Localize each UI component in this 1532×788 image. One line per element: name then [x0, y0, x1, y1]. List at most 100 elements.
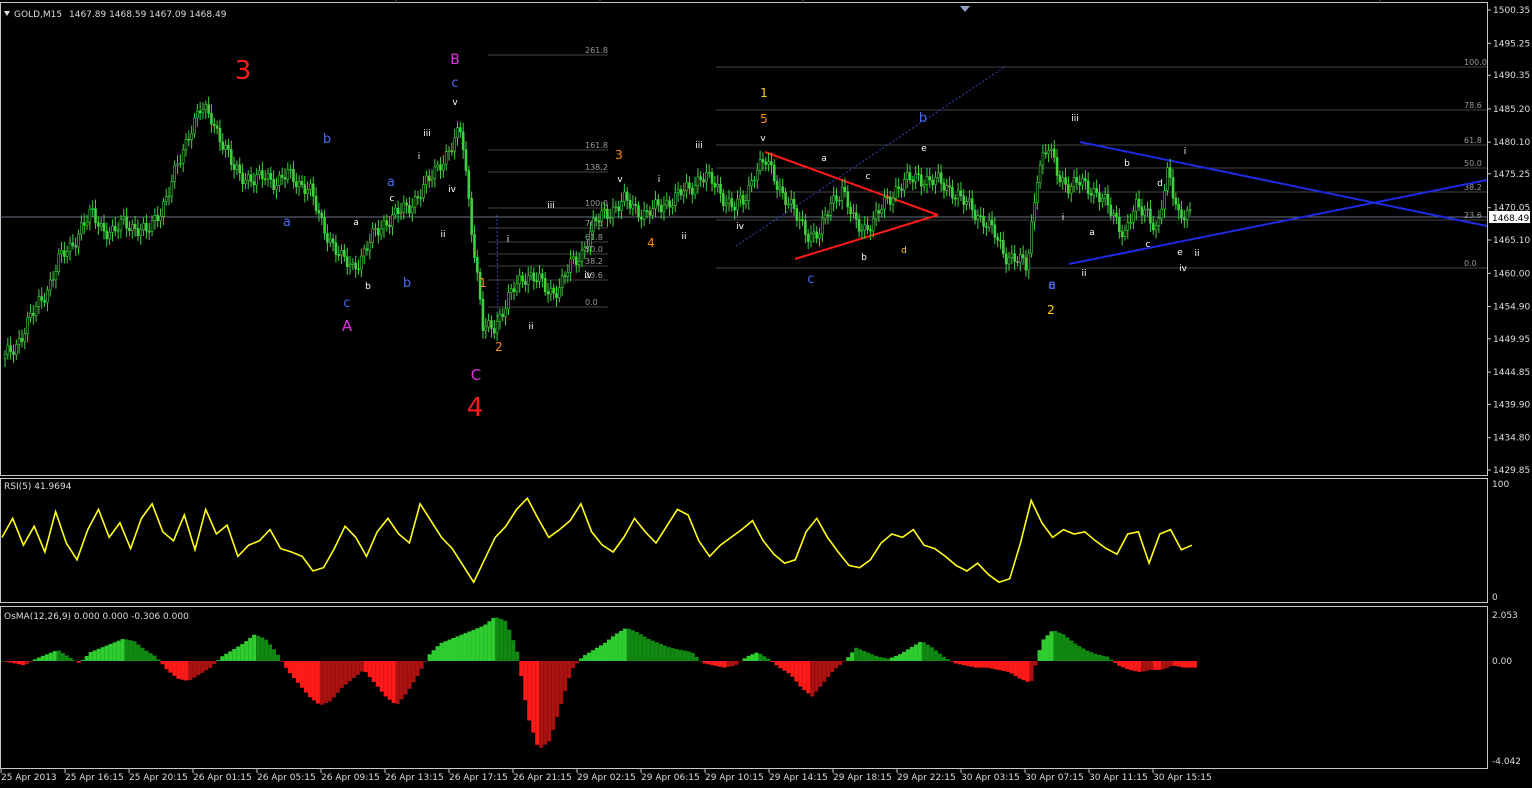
osma-bar [642, 636, 647, 661]
candle-body [948, 185, 951, 188]
candle-body [210, 113, 213, 125]
candle-body [702, 179, 705, 183]
candle-body [29, 312, 32, 318]
candle-body [153, 214, 157, 221]
candle-body [9, 345, 12, 352]
candle-body [795, 208, 799, 221]
candle-body [1188, 209, 1192, 211]
candle-body [801, 219, 804, 222]
osma-bar [559, 661, 564, 705]
fib2-level-label: 78.6 [1464, 101, 1482, 110]
candle-body [388, 224, 391, 228]
candle-body [261, 170, 264, 180]
candle-body [1064, 177, 1067, 185]
candle-body [63, 250, 66, 257]
osma-bar [606, 639, 611, 661]
price-tick-label: 1429.85 [1493, 466, 1530, 476]
osma-bar [1133, 661, 1138, 672]
candle-body [1109, 204, 1113, 216]
wave-label: b [1124, 159, 1130, 169]
candle-body [569, 258, 572, 273]
osma-bar [431, 650, 436, 661]
candle-body [560, 275, 564, 288]
candle-body [693, 185, 697, 195]
osma-bar [714, 661, 719, 667]
osma-bar [802, 661, 807, 691]
osma-bar [587, 652, 592, 661]
candle-body [970, 198, 974, 211]
candle-body [419, 197, 423, 200]
candle-body [1024, 257, 1028, 271]
osma-bar [1105, 656, 1110, 661]
osma-bar [327, 661, 332, 702]
osma-bar [1081, 648, 1086, 661]
candle-body [713, 183, 717, 188]
wave-label: 3 [235, 56, 252, 86]
wave-label: d [901, 246, 907, 256]
candle-body [722, 193, 725, 206]
wave-label: 3 [615, 148, 623, 162]
wave-label: 4 [647, 236, 655, 250]
candle-body [133, 224, 137, 229]
candle-body [1106, 193, 1110, 206]
osma-bar [730, 661, 735, 667]
osma-bar [108, 643, 113, 661]
osma-bar [598, 645, 603, 661]
candle-body [987, 219, 991, 228]
time-tick-label: 26 Apr 17:15 [449, 773, 508, 783]
wave-label: c [451, 76, 458, 91]
osma-bar [495, 617, 500, 661]
candle-body [348, 263, 352, 267]
osma-bar [296, 661, 301, 683]
candle-body [1101, 197, 1104, 202]
osma-bar [260, 637, 265, 661]
osma-bar [176, 661, 181, 679]
osma-bar [491, 618, 496, 661]
wave-label: iii [423, 129, 431, 139]
wave-label: a [283, 215, 291, 230]
osma-bar [347, 661, 352, 682]
candle-body [755, 170, 759, 181]
osma-bar [718, 661, 723, 667]
candle-body [781, 186, 785, 193]
candle-body [696, 176, 700, 186]
candle-body [1021, 254, 1025, 259]
candle-body [719, 183, 722, 194]
osma-bar [567, 661, 572, 679]
candle-body [518, 275, 522, 285]
symbol-label: GOLD,M15 [14, 10, 62, 20]
osma-bar [1073, 643, 1078, 661]
osma-bar [997, 661, 1002, 671]
osma-bottom: -4.042 [1492, 757, 1521, 767]
wave-label: 1 [479, 276, 487, 290]
osma-bar [395, 661, 400, 705]
candle-body [326, 233, 329, 243]
candle-body [668, 200, 671, 208]
candle-body [583, 247, 587, 251]
candle-body [393, 207, 397, 216]
osma-bar [886, 658, 891, 661]
osma-bar [60, 653, 65, 661]
candle-body [37, 296, 41, 307]
osma-bar [48, 652, 53, 661]
candle-body [122, 216, 126, 220]
candle-body [1151, 222, 1155, 231]
candle-body [846, 191, 850, 208]
osma-bar [36, 657, 41, 661]
candle-body [450, 150, 454, 153]
candle-body [1016, 261, 1019, 263]
candle-body [809, 233, 813, 242]
candle-body [1146, 208, 1149, 211]
osma-bar [762, 656, 767, 661]
candle-body [292, 168, 295, 183]
osma-bar [184, 661, 189, 681]
wave-label: b [365, 282, 371, 292]
rsi-bottom: 0 [1492, 593, 1498, 603]
candle-body [818, 233, 821, 239]
osma-bar [571, 661, 576, 669]
candle-body [430, 178, 434, 181]
candle-body [1038, 164, 1042, 183]
wave-label: c [343, 296, 350, 311]
candle-body [476, 257, 479, 273]
time-tick-label: 29 Apr 06:15 [641, 773, 700, 783]
